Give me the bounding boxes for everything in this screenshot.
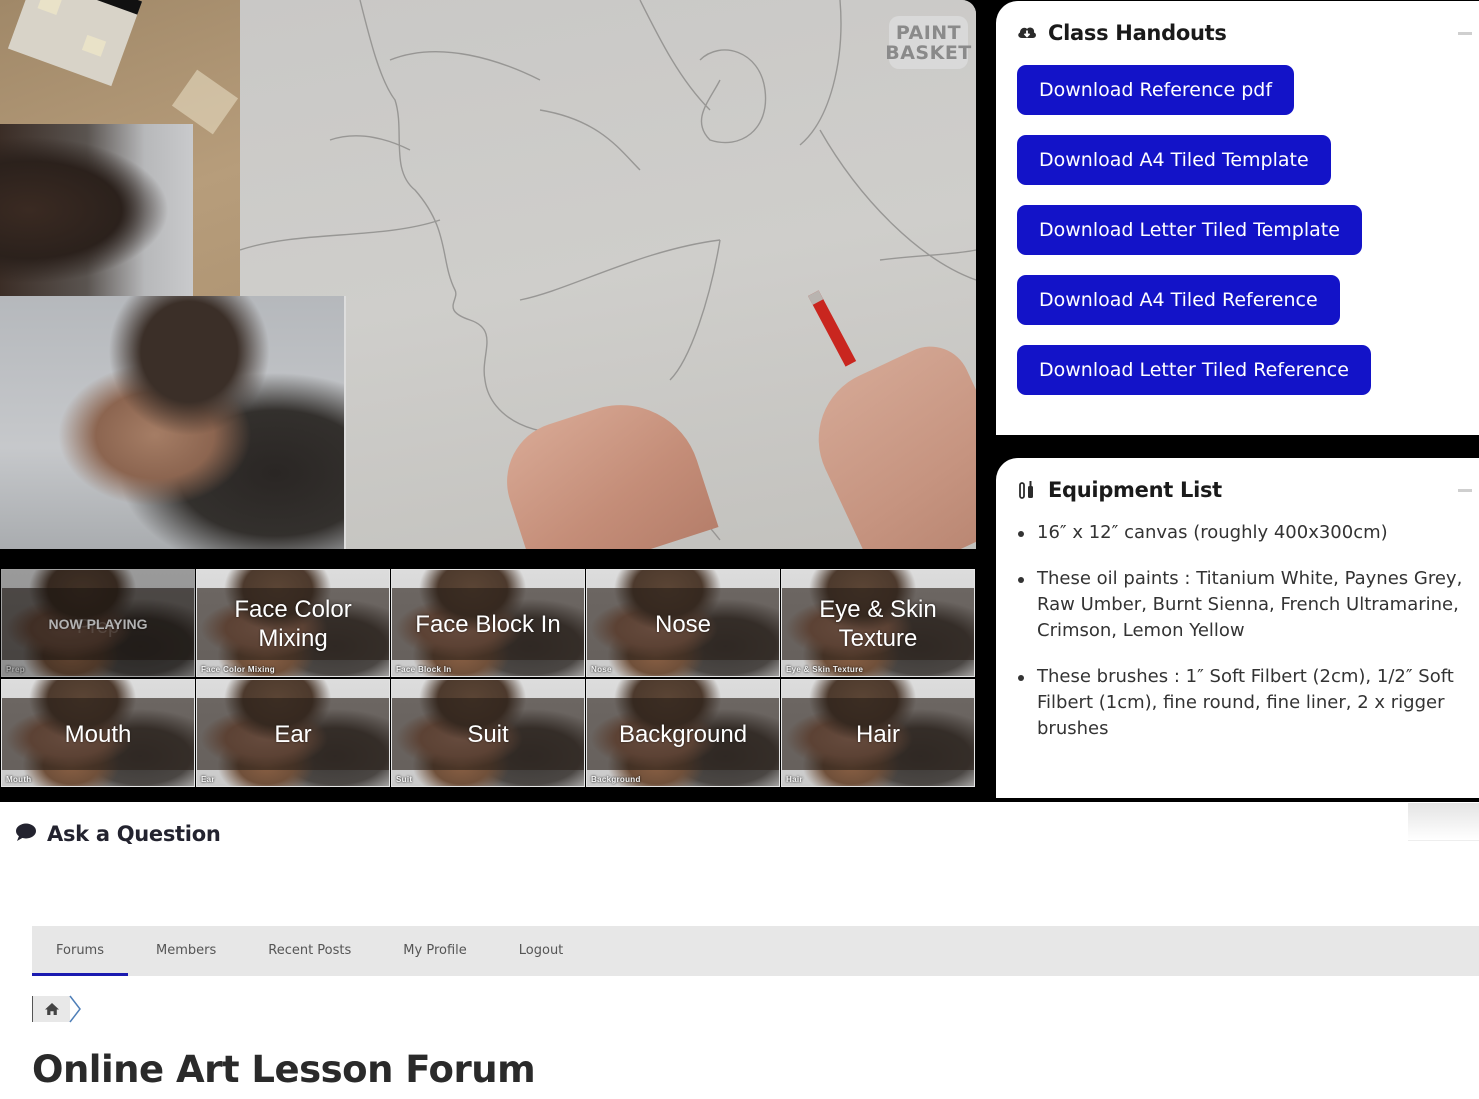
download-reference-pdf-button[interactable]: Download Reference pdf: [1017, 65, 1295, 115]
nav-recent-posts[interactable]: Recent Posts: [244, 926, 375, 976]
breadcrumb: [32, 995, 82, 1023]
lesson-thumb-eye-skin-texture[interactable]: Eye & Skin Texture Eye & Skin Texture: [781, 569, 975, 677]
lesson-thumb-face-block-in[interactable]: Face Block In Face Block In: [391, 569, 585, 677]
thumb-title: Face Color Mixing: [234, 596, 352, 652]
ask-question-title: Ask a Question: [47, 822, 221, 846]
download-a4-tiled-reference-button[interactable]: Download A4 Tiled Reference: [1017, 275, 1340, 325]
lesson-thumb-mouth[interactable]: Mouth Mouth: [1, 679, 195, 787]
thumb-title: Mouth: [64, 720, 132, 748]
equipment-list-title: Equipment List: [1048, 478, 1222, 502]
equipment-item: These oil paints : Titanium White, Payne…: [1016, 566, 1476, 644]
equipment-list-header: Equipment List: [1016, 478, 1222, 502]
thumb-caption: Face Block In: [396, 665, 452, 674]
logo-line-2: BASKET: [885, 41, 972, 64]
ask-section-edge: [1408, 803, 1479, 841]
lesson-thumb-hair[interactable]: Hair Hair: [781, 679, 975, 787]
thumb-caption: Background: [591, 775, 641, 784]
thumb-caption: Suit: [396, 775, 413, 784]
thumb-caption: Ear: [201, 775, 215, 784]
breadcrumb-home[interactable]: [32, 996, 70, 1022]
class-handouts-panel: Class Handouts Download Reference pdf Do…: [996, 1, 1479, 435]
lesson-thumbnail-grid: Prep NOW PLAYING Prep Face Color Mixing …: [0, 569, 976, 787]
lesson-thumb-nose[interactable]: Nose Nose: [586, 569, 780, 677]
breadcrumb-chevron-icon: [69, 995, 81, 1023]
thumb-caption: Hair: [786, 775, 803, 784]
paint-tubes-icon: [1016, 479, 1038, 501]
thumb-caption: Eye & Skin Texture: [786, 665, 864, 674]
minimize-handouts-button[interactable]: [1458, 32, 1472, 35]
lesson-stage: PAINT BASKET Prep NOW PLAYING Prep Face …: [0, 0, 1479, 802]
download-letter-tiled-template-button[interactable]: Download Letter Tiled Template: [1017, 205, 1362, 255]
reference-photo-top: [0, 124, 193, 296]
page-title: Online Art Lesson Forum: [32, 1048, 536, 1091]
nav-forums[interactable]: Forums: [32, 926, 128, 976]
lesson-thumb-face-color-mixing[interactable]: Face Color Mixing Face Color Mixing: [196, 569, 390, 677]
thumb-title: Eye & Skin Texture: [819, 596, 937, 652]
video-player[interactable]: PAINT BASKET: [0, 0, 976, 549]
paint-basket-logo: PAINT BASKET: [885, 16, 971, 69]
reference-photo: [0, 296, 346, 549]
download-letter-tiled-reference-button[interactable]: Download Letter Tiled Reference: [1017, 345, 1371, 395]
lesson-thumb-background[interactable]: Background Background: [586, 679, 780, 787]
now-playing-label: NOW PLAYING: [48, 615, 148, 632]
nav-my-profile[interactable]: My Profile: [379, 926, 490, 976]
equipment-item: 16″ x 12″ canvas (roughly 400x300cm): [1016, 520, 1476, 546]
class-handouts-title: Class Handouts: [1048, 21, 1227, 45]
thumb-caption: Nose: [591, 665, 612, 674]
thumb-caption: Prep: [6, 665, 25, 674]
thumb-title: Ear: [274, 720, 312, 748]
speech-bubble-icon: [15, 822, 37, 846]
ask-question-header: Ask a Question: [15, 822, 221, 846]
thumb-title: Suit: [467, 720, 509, 748]
home-icon: [44, 1003, 59, 1015]
equipment-list-panel: Equipment List 16″ x 12″ canvas (roughly…: [996, 458, 1479, 798]
lesson-thumb-suit[interactable]: Suit Suit: [391, 679, 585, 787]
class-handouts-header: Class Handouts: [1016, 21, 1227, 45]
logo-line-1: PAINT: [895, 21, 962, 44]
nav-logout[interactable]: Logout: [495, 926, 588, 976]
minimize-equipment-button[interactable]: [1458, 489, 1472, 492]
equipment-items: 16″ x 12″ canvas (roughly 400x300cm) The…: [1016, 520, 1476, 762]
thumb-caption: Face Color Mixing: [201, 665, 275, 674]
thumb-title: Nose: [654, 610, 712, 638]
lesson-thumb-prep[interactable]: Prep NOW PLAYING Prep: [1, 569, 195, 677]
thumb-title: Hair: [855, 720, 900, 748]
equipment-item: These brushes : 1″ Soft Filbert (2cm), 1…: [1016, 664, 1476, 742]
nav-members[interactable]: Members: [132, 926, 240, 976]
forum-nav: Forums Members Recent Posts My Profile L…: [32, 926, 1479, 976]
cloud-download-icon: [1016, 22, 1038, 44]
download-a4-tiled-template-button[interactable]: Download A4 Tiled Template: [1017, 135, 1331, 185]
thumb-title: Face Block In: [415, 610, 561, 638]
thumb-caption: Mouth: [6, 775, 32, 784]
lesson-thumb-ear[interactable]: Ear Ear: [196, 679, 390, 787]
thumb-title: Background: [618, 720, 748, 748]
